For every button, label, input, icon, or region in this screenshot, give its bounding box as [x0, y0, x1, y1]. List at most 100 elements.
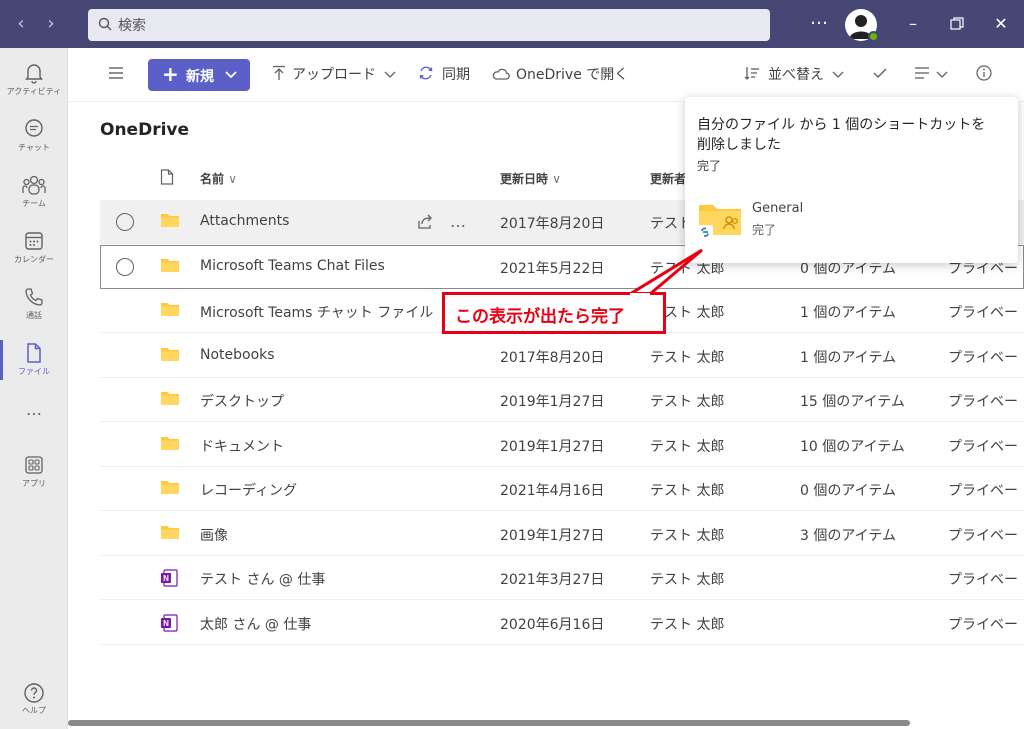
file-name[interactable]: Microsoft Teams チャット ファイル: [200, 302, 433, 322]
minimize-icon[interactable]: –: [900, 12, 926, 36]
sort-label: 並べ替え: [768, 67, 824, 83]
rail-item-calls[interactable]: 通話: [0, 280, 68, 332]
folder-icon: [160, 435, 180, 455]
table-row[interactable]: ドキュメント 2019年1月27日 テスト 太郎 10 個のアイテム プライベー: [100, 423, 1024, 467]
search-icon: [98, 17, 112, 31]
svg-text:N: N: [163, 619, 169, 628]
column-header-label: 名前: [200, 172, 225, 186]
share-icon[interactable]: [416, 213, 434, 231]
folder-icon: [160, 301, 180, 321]
sharing-status: プライベー: [948, 527, 1018, 544]
view-list-icon: [915, 67, 929, 79]
folder-icon: [160, 524, 180, 544]
row-actions: …: [416, 211, 466, 231]
sort-button[interactable]: 並べ替え: [744, 64, 846, 86]
horizontal-scrollbar[interactable]: [68, 720, 910, 726]
column-header-label: 更新日時: [500, 172, 549, 186]
modified-date: 2021年3月27日: [500, 572, 605, 588]
search-placeholder: 検索: [118, 18, 146, 34]
select-checkmark-button[interactable]: [872, 64, 888, 86]
table-row[interactable]: Notebooks 2017年8月20日 テスト 太郎 1 個のアイテム プライベー: [100, 334, 1024, 378]
sharing-status: プライベー: [948, 616, 1018, 633]
file-type-icon: [160, 169, 174, 185]
sync-icon: [419, 66, 433, 80]
file-name[interactable]: Notebooks: [200, 347, 275, 363]
open-in-onedrive-button[interactable]: OneDrive で開く: [492, 64, 628, 86]
column-header-modified[interactable]: 更新日時 ∨: [500, 170, 561, 187]
hamburger-menu-icon[interactable]: [108, 66, 124, 80]
file-name[interactable]: テスト さん @ 仕事: [200, 569, 325, 589]
status-available-badge: [868, 31, 879, 42]
info-button[interactable]: [976, 64, 994, 86]
notification-message: 自分のファイル から 1 個のショートカットを削除しました: [697, 117, 986, 153]
phone-icon: [25, 288, 43, 306]
sort-icon: [744, 67, 759, 80]
file-name[interactable]: ドキュメント: [200, 436, 284, 456]
more-options-icon[interactable]: …: [450, 212, 466, 231]
folder-icon: [160, 390, 180, 410]
rail-item-apps[interactable]: アプリ: [0, 448, 68, 500]
notification-status: 完了: [697, 159, 722, 173]
more-options-icon[interactable]: …: [810, 8, 829, 29]
file-name[interactable]: 画像: [200, 525, 228, 545]
rail-label: ヘルプ: [22, 706, 46, 715]
active-indicator: [0, 340, 3, 380]
modified-by: テスト 太郎: [650, 438, 725, 455]
column-header-modified-by[interactable]: 更新者: [650, 170, 686, 187]
table-row[interactable]: 画像 2019年1月27日 テスト 太郎 3 個のアイテム プライベー: [100, 512, 1024, 556]
calendar-icon: [25, 232, 43, 250]
view-options-button[interactable]: [914, 64, 954, 86]
rail-item-files[interactable]: ファイル: [0, 336, 68, 388]
table-row[interactable]: N 太郎 さん @ 仕事 2020年6月16日 テスト 太郎 プライベー: [100, 601, 1024, 645]
chevron-down-icon: [225, 71, 237, 79]
new-button[interactable]: + 新規: [148, 59, 250, 91]
row-select-radio[interactable]: [116, 257, 134, 276]
file-name[interactable]: Microsoft Teams Chat Files: [200, 258, 385, 274]
more-apps-icon[interactable]: …: [0, 400, 68, 419]
checkmark-icon: [873, 68, 887, 78]
upload-button[interactable]: アップロード: [272, 64, 400, 86]
search-input[interactable]: 検索: [88, 9, 770, 41]
rail-label: カレンダー: [14, 255, 54, 264]
item-count: 10 個のアイテム: [800, 438, 905, 455]
sync-label: 同期: [442, 67, 470, 83]
file-icon: [27, 343, 41, 363]
file-name[interactable]: Attachments: [200, 213, 289, 229]
command-bar: + 新規 アップロード 同期 OneDrive で開く 並べ替え: [68, 48, 1024, 102]
column-header-name[interactable]: 名前 ∨: [200, 170, 237, 187]
notification-item-status: 完了: [752, 223, 777, 237]
row-select-radio[interactable]: [116, 213, 134, 231]
modified-by: テスト 太郎: [650, 483, 725, 499]
open-label: OneDrive で開く: [516, 67, 629, 83]
close-icon[interactable]: ✕: [988, 12, 1014, 36]
new-button-label: 新規: [186, 69, 214, 85]
file-name[interactable]: 太郎 さん @ 仕事: [200, 614, 311, 634]
chevron-down-icon: [384, 71, 396, 78]
item-count: 15 個のアイテム: [800, 394, 905, 410]
item-count: 1 個のアイテム: [800, 305, 896, 321]
table-row[interactable]: レコーディング 2021年4月16日 テスト 太郎 0 個のアイテム プライベー: [100, 467, 1024, 511]
file-name[interactable]: デスクトップ: [200, 391, 284, 411]
rail-item-teams[interactable]: チーム: [0, 168, 68, 220]
modified-date: 2019年1月27日: [500, 394, 605, 410]
table-row[interactable]: デスクトップ 2019年1月27日 テスト 太郎 15 個のアイテム プライベー: [100, 378, 1024, 422]
page-title: OneDrive: [100, 120, 190, 140]
rail-item-calendar[interactable]: カレンダー: [0, 224, 68, 276]
chevron-down-icon: ∨: [552, 172, 561, 186]
file-name[interactable]: レコーディング: [200, 480, 297, 500]
modified-date: 2020年6月16日: [500, 616, 605, 633]
rail-item-chat[interactable]: チャット: [0, 112, 68, 164]
sharing-status: プライベー: [948, 349, 1018, 366]
forward-arrow-icon[interactable]: ›: [38, 10, 64, 38]
back-arrow-icon[interactable]: ‹: [8, 10, 34, 38]
modified-by: テスト 太郎: [650, 572, 725, 588]
rail-label: チーム: [22, 199, 46, 208]
modified-date: 2021年5月22日: [500, 260, 605, 277]
restore-icon[interactable]: [944, 12, 970, 36]
sync-button[interactable]: 同期: [418, 64, 478, 86]
table-row[interactable]: N テスト さん @ 仕事 2021年3月27日 テスト 太郎 プライベー: [100, 556, 1024, 600]
sharing-status: プライベー: [948, 305, 1018, 321]
rail-label: チャット: [18, 143, 50, 152]
rail-item-help[interactable]: ヘルプ: [0, 682, 68, 716]
rail-item-activity[interactable]: アクティビティ: [0, 56, 68, 108]
